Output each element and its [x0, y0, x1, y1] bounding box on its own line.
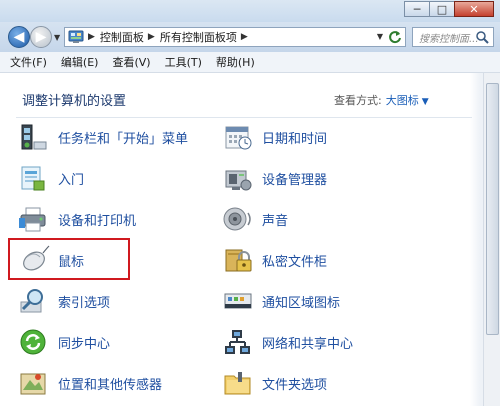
breadcrumb-all-items[interactable]: 所有控制面板项	[160, 29, 237, 45]
device-manager-icon	[225, 170, 252, 191]
item-location-sensors[interactable]: 位置和其他传感器	[18, 368, 162, 398]
menu-file[interactable]: 文件(F)	[10, 54, 47, 70]
menu-edit[interactable]: 编辑(E)	[61, 54, 99, 70]
control-panel-icon	[68, 30, 84, 43]
view-by-control: 查看方式: 大图标 ▼	[334, 92, 429, 108]
item-date-time[interactable]: 日期和时间	[222, 122, 327, 152]
arrow-left-icon: ◀	[13, 29, 25, 45]
item-label: 任务栏和「开始」菜单	[58, 131, 189, 147]
item-getting-started[interactable]: 入门	[18, 163, 84, 193]
search-placeholder: 搜索控制面...	[419, 33, 479, 45]
item-taskbar-start-menu[interactable]: 任务栏和「开始」菜单	[18, 122, 188, 152]
item-label: 文件夹选项	[262, 377, 328, 393]
scrollbar-thumb[interactable]	[486, 83, 499, 335]
locker-icon	[225, 249, 252, 272]
address-history-dropdown-icon[interactable]: ▼	[377, 32, 383, 41]
item-label: 日期和时间	[262, 131, 328, 147]
control-panel-window: ─ □ ✕ ◀ ▶ ▼ ▶ 控制面板 ▶ 所有控制面板项 ▶ ▼ 搜索控制面..…	[0, 0, 500, 406]
item-notification-area-icons[interactable]: 通知区域图标	[222, 286, 340, 316]
item-label: 声音	[262, 213, 289, 229]
item-label: 设备管理器	[262, 172, 328, 188]
location-icon	[20, 373, 46, 395]
item-sound[interactable]: 声音	[222, 204, 288, 234]
maximize-button[interactable]: □	[429, 1, 455, 17]
menu-view[interactable]: 查看(V)	[112, 54, 150, 70]
breadcrumb-separator-icon[interactable]: ▶	[241, 32, 248, 42]
breadcrumb-separator-icon[interactable]: ▶	[88, 32, 95, 42]
vertical-scrollbar[interactable]	[483, 73, 500, 406]
divider	[16, 117, 472, 118]
item-label: 通知区域图标	[262, 295, 341, 311]
breadcrumb-separator-icon[interactable]: ▶	[148, 32, 155, 42]
search-input[interactable]: 搜索控制面...	[412, 27, 494, 47]
sync-icon	[20, 329, 46, 355]
view-by-dropdown[interactable]: 大图标	[386, 94, 419, 107]
address-bar[interactable]: ▶ 控制面板 ▶ 所有控制面板项 ▶ ▼	[64, 27, 406, 47]
item-device-manager[interactable]: 设备管理器	[222, 163, 327, 193]
calendar-icon	[225, 126, 252, 150]
main-content: 调整计算机的设置 查看方式: 大图标 ▼ 任务栏和「开始」菜单 入门 设备和打印…	[0, 73, 500, 406]
item-label: 位置和其他传感器	[58, 377, 163, 393]
taskbar-icon	[21, 124, 47, 150]
breadcrumb-control-panel[interactable]: 控制面板	[100, 29, 144, 45]
item-label: 同步中心	[58, 336, 111, 352]
chevron-down-icon[interactable]: ▼	[422, 97, 429, 107]
search-icon[interactable]	[475, 30, 489, 44]
window-controls: ─ □ ✕	[404, 1, 494, 17]
menu-help[interactable]: 帮助(H)	[216, 54, 255, 70]
item-devices-printers[interactable]: 设备和打印机	[18, 204, 136, 234]
speaker-icon	[223, 207, 251, 231]
menu-bar: 文件(F) 编辑(E) 查看(V) 工具(T) 帮助(H)	[0, 52, 500, 73]
folder-options-icon	[224, 372, 251, 395]
navigation-bar: ◀ ▶ ▼ ▶ 控制面板 ▶ 所有控制面板项 ▶ ▼ 搜索控制面...	[0, 22, 500, 52]
recent-pages-dropdown-icon[interactable]: ▼	[54, 33, 60, 42]
item-sync-center[interactable]: 同步中心	[18, 327, 110, 357]
item-label: 索引选项	[58, 295, 111, 311]
item-label: 设备和打印机	[58, 213, 137, 229]
menu-tools[interactable]: 工具(T)	[165, 54, 202, 70]
item-private-locker[interactable]: 私密文件柜	[222, 245, 327, 275]
item-label: 网络和共享中心	[262, 336, 354, 352]
item-label: 私密文件柜	[262, 254, 328, 270]
minimize-button[interactable]: ─	[404, 1, 430, 17]
item-indexing-options[interactable]: 索引选项	[18, 286, 110, 316]
highlight-box	[8, 238, 130, 280]
forward-button[interactable]: ▶	[30, 26, 52, 48]
getting-started-icon	[21, 166, 45, 191]
network-icon	[225, 330, 250, 354]
item-label: 入门	[58, 172, 85, 188]
view-by-label: 查看方式:	[334, 94, 382, 107]
back-button[interactable]: ◀	[8, 26, 30, 48]
refresh-icon[interactable]	[388, 30, 402, 44]
item-network-sharing-center[interactable]: 网络和共享中心	[222, 327, 353, 357]
item-folder-options[interactable]: 文件夹选项	[222, 368, 327, 398]
page-title: 调整计算机的设置	[22, 94, 127, 109]
title-bar: ─ □ ✕	[0, 0, 500, 22]
arrow-right-icon: ▶	[35, 29, 47, 45]
notification-icon	[224, 293, 252, 309]
printer-icon	[19, 207, 46, 232]
indexing-icon	[20, 289, 43, 313]
close-button[interactable]: ✕	[454, 1, 494, 17]
